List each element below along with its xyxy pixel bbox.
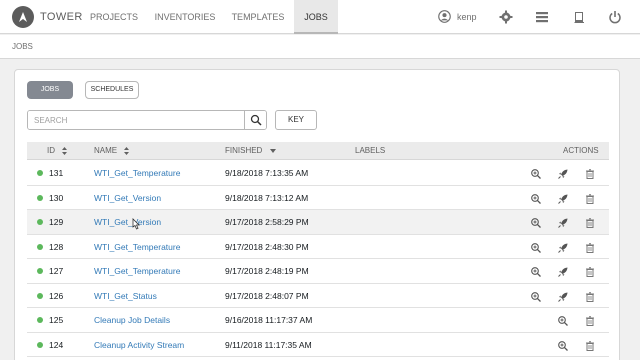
sort-icon bbox=[124, 146, 130, 155]
search-box bbox=[27, 110, 267, 130]
status-success-icon[interactable] bbox=[37, 341, 43, 348]
job-name-link[interactable]: Cleanup Activity Stream bbox=[94, 333, 184, 357]
job-name-link[interactable]: WTI_Get_Version bbox=[94, 210, 161, 234]
table-header: ID NAME FINISHED LABELS ACTIONS bbox=[27, 142, 609, 160]
user-icon[interactable] bbox=[438, 10, 451, 23]
status-success-icon[interactable] bbox=[37, 268, 43, 274]
relaunch-rocket-icon[interactable] bbox=[557, 192, 569, 204]
delete-trash-icon[interactable] bbox=[584, 339, 596, 351]
status-success-icon[interactable] bbox=[37, 219, 43, 225]
column-header-id[interactable]: ID bbox=[47, 142, 68, 160]
delete-trash-icon[interactable] bbox=[584, 216, 596, 228]
sort-desc-icon bbox=[269, 148, 276, 153]
jobs-toggle-button[interactable]: JOBS bbox=[27, 81, 73, 99]
nav-tab-templates[interactable]: TEMPLATES bbox=[224, 0, 292, 34]
jobs-panel: JOBS SCHEDULES KEY ID NAME FINISHED LABE… bbox=[14, 69, 620, 360]
relaunch-rocket-icon[interactable] bbox=[557, 241, 569, 253]
job-id: 128 bbox=[49, 241, 64, 252]
table-row: 129 WTI_Get_Version 9/17/2018 2:58:29 PM bbox=[27, 210, 609, 235]
job-id: 125 bbox=[49, 315, 64, 325]
job-finished: 9/17/2018 2:48:19 PM bbox=[225, 266, 309, 276]
status-success-icon[interactable] bbox=[37, 292, 43, 299]
view-details-icon[interactable] bbox=[530, 265, 542, 277]
relaunch-rocket-icon[interactable] bbox=[557, 265, 569, 277]
logout-power-icon[interactable] bbox=[608, 10, 622, 24]
search-icon bbox=[250, 114, 262, 126]
nav-tab-projects[interactable]: PROJECTS bbox=[82, 0, 146, 34]
view-details-icon[interactable] bbox=[530, 192, 542, 204]
relaunch-rocket-icon[interactable] bbox=[557, 167, 569, 179]
key-button[interactable]: KEY bbox=[275, 110, 317, 130]
search-button[interactable] bbox=[244, 111, 266, 129]
view-details-icon[interactable] bbox=[557, 339, 569, 351]
status-success-icon[interactable] bbox=[37, 317, 43, 323]
nav-tab-jobs[interactable]: JOBS bbox=[294, 0, 338, 34]
job-id: 124 bbox=[49, 339, 64, 350]
column-header-actions: ACTIONS bbox=[563, 146, 599, 155]
settings-gear-icon[interactable] bbox=[499, 10, 513, 24]
system-tracking-icon[interactable] bbox=[535, 10, 549, 24]
job-id: 129 bbox=[49, 217, 64, 227]
job-id: 131 bbox=[49, 168, 64, 178]
nav-tab-inventories[interactable]: INVENTORIES bbox=[148, 0, 222, 34]
tower-logo-icon[interactable] bbox=[12, 6, 34, 28]
job-finished: 9/11/2018 11:17:35 AM bbox=[225, 339, 312, 350]
column-header-labels: LABELS bbox=[355, 146, 386, 155]
search-input[interactable] bbox=[28, 111, 242, 129]
column-header-name[interactable]: NAME bbox=[94, 142, 130, 160]
delete-trash-icon[interactable] bbox=[584, 314, 596, 326]
breadcrumb: JOBS bbox=[12, 42, 33, 51]
view-details-icon[interactable] bbox=[557, 314, 569, 326]
mouse-cursor-icon bbox=[132, 218, 140, 230]
top-nav: TOWER PROJECTS INVENTORIES TEMPLATES JOB… bbox=[0, 0, 640, 34]
job-finished: 9/17/2018 2:48:07 PM bbox=[225, 290, 309, 301]
delete-trash-icon[interactable] bbox=[584, 265, 596, 277]
job-id: 126 bbox=[49, 290, 64, 301]
status-success-icon[interactable] bbox=[37, 194, 43, 201]
job-name-link[interactable]: WTI_Get_Temperature bbox=[94, 259, 180, 283]
job-id: 130 bbox=[49, 192, 64, 203]
table-row: 125 Cleanup Job Details 9/16/2018 11:17:37… bbox=[27, 308, 609, 333]
documentation-book-icon[interactable] bbox=[572, 10, 586, 24]
username[interactable]: kenp bbox=[457, 12, 477, 22]
relaunch-rocket-icon[interactable] bbox=[557, 216, 569, 228]
table-row: 124 Cleanup Activity Stream 9/11/2018 11:1… bbox=[27, 332, 609, 357]
brand-name: TOWER bbox=[40, 11, 83, 23]
table-row: 128 WTI_Get_Temperature 9/17/2018 2:48:30 … bbox=[27, 234, 609, 259]
job-name-link[interactable]: WTI_Get_Status bbox=[94, 284, 157, 308]
schedules-toggle-button[interactable]: SCHEDULES bbox=[85, 81, 139, 99]
job-name-link[interactable]: WTI_Get_Temperature bbox=[94, 235, 180, 259]
view-details-icon[interactable] bbox=[530, 167, 542, 179]
status-success-icon[interactable] bbox=[37, 243, 43, 250]
view-details-icon[interactable] bbox=[530, 216, 542, 228]
delete-trash-icon[interactable] bbox=[584, 192, 596, 204]
delete-trash-icon[interactable] bbox=[584, 241, 596, 253]
view-details-icon[interactable] bbox=[530, 241, 542, 253]
job-name-link[interactable]: Cleanup Job Details bbox=[94, 308, 170, 332]
relaunch-rocket-icon[interactable] bbox=[557, 290, 569, 302]
job-finished: 9/16/2018 11:17:37 AM bbox=[225, 315, 313, 325]
column-header-finished[interactable]: FINISHED bbox=[225, 142, 276, 160]
job-finished: 9/17/2018 2:58:29 PM bbox=[225, 217, 309, 227]
job-finished: 9/18/2018 7:13:35 AM bbox=[225, 168, 309, 178]
table-row: 127 WTI_Get_Temperature 9/17/2018 2:48:19 … bbox=[27, 259, 609, 284]
job-name-link[interactable]: WTI_Get_Version bbox=[94, 186, 161, 210]
table-row: 130 WTI_Get_Version 9/18/2018 7:13:12 AM bbox=[27, 185, 609, 210]
status-success-icon[interactable] bbox=[37, 170, 43, 176]
table-row: 131 WTI_Get_Temperature 9/18/2018 7:13:35 … bbox=[27, 161, 609, 186]
job-id: 127 bbox=[49, 266, 64, 276]
job-name-link[interactable]: WTI_Get_Temperature bbox=[94, 161, 180, 185]
delete-trash-icon[interactable] bbox=[584, 290, 596, 302]
delete-trash-icon[interactable] bbox=[584, 167, 596, 179]
table-row: 126 WTI_Get_Status 9/17/2018 2:48:07 PM bbox=[27, 283, 609, 308]
sort-icon bbox=[62, 146, 68, 155]
breadcrumb-bar: JOBS bbox=[0, 35, 640, 59]
view-details-icon[interactable] bbox=[530, 290, 542, 302]
job-finished: 9/17/2018 2:48:30 PM bbox=[225, 241, 309, 252]
job-finished: 9/18/2018 7:13:12 AM bbox=[225, 192, 309, 203]
